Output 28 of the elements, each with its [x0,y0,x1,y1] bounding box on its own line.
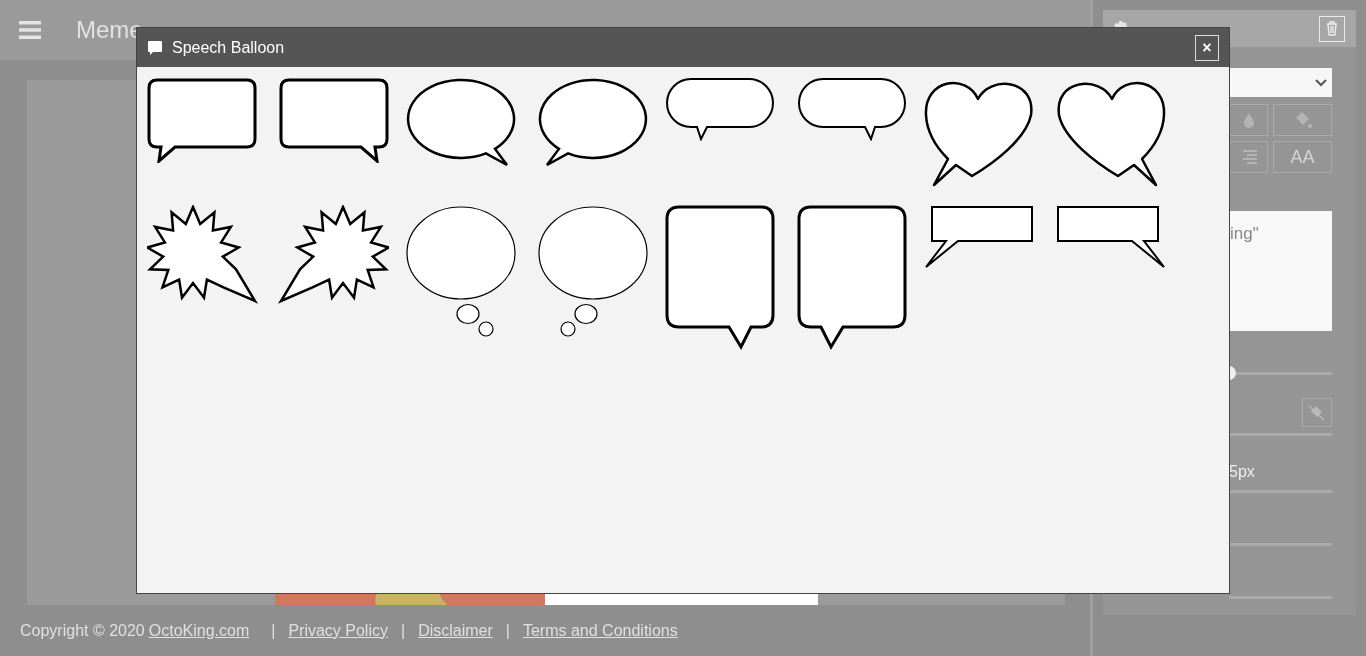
rectangle-balloon-icon[interactable] [147,77,259,163]
thought-bubble-icon[interactable] [535,205,648,339]
footer-link[interactable]: Privacy Policy [288,618,388,643]
banner-balloon-icon[interactable] [924,205,1036,269]
speech-balloon-icon [147,39,163,56]
starburst-balloon-icon[interactable] [147,205,259,305]
footer-link[interactable]: Terms and Conditions [522,618,678,643]
pill-balloon-icon[interactable] [665,77,777,141]
text-area[interactable]: ing" [1229,211,1332,331]
copyright-text: Copyright © 2020 [20,620,145,641]
separator: | [505,620,510,641]
align-right-icon [1240,150,1257,164]
size-reading: 5px [1229,462,1256,482]
separator: | [400,620,406,641]
close-button[interactable]: × [1195,34,1219,61]
footer-link[interactable]: OctoKing.com [148,618,250,643]
oval-balloon-icon[interactable] [406,77,518,167]
paint-bucket-off-icon [1308,404,1326,421]
separator: | [271,620,276,641]
thought-bubble-icon[interactable] [406,205,518,339]
footer-link[interactable]: Disclaimer [418,618,493,643]
tall-balloon-icon[interactable] [665,205,777,351]
case-button[interactable]: AA [1273,141,1332,173]
starburst-balloon-icon[interactable] [276,205,389,305]
trash-icon [1326,21,1338,36]
chevron-down-icon [1315,78,1327,87]
dialog-title: Speech Balloon [172,37,285,58]
drop-icon [1242,111,1255,129]
